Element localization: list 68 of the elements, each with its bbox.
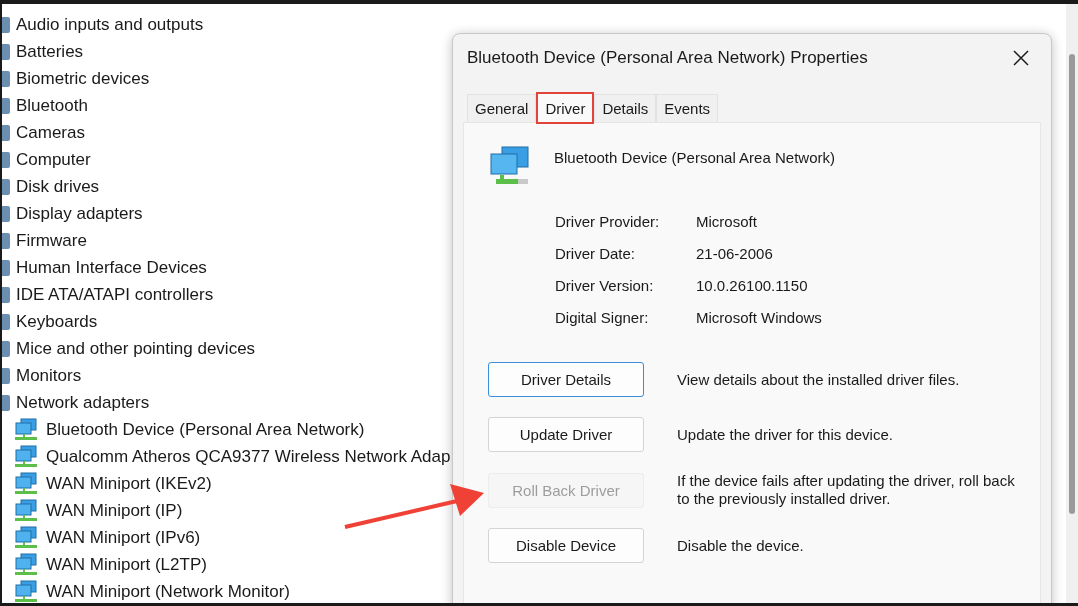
device-category-icon [2, 340, 10, 357]
tree-item[interactable]: WAN Miniport (IPv6) [46, 527, 201, 548]
network-adapter-icon [14, 579, 38, 603]
device-category-icon [2, 151, 10, 168]
action-description: View details about the installed driver files. [677, 370, 961, 389]
scrollbar[interactable] [1066, 4, 1078, 603]
property-value: 10.0.26100.1150 [696, 277, 809, 294]
device-category-icon [2, 43, 10, 60]
network-adapter-icon [14, 417, 38, 442]
device-category-icon [2, 124, 10, 141]
device-category-icon [2, 394, 10, 411]
property-value: 21-06-2006 [696, 245, 774, 262]
tree-item[interactable]: Mice and other pointing devices [16, 338, 256, 359]
tab[interactable]: Details [594, 94, 657, 122]
tree-item[interactable]: Network adapters [16, 392, 150, 413]
tree-item[interactable]: Audio inputs and outputs [16, 14, 204, 35]
network-adapter-icon [14, 525, 38, 550]
action-button[interactable]: Driver Details [488, 362, 644, 397]
action-description: If the device fails after updating the driver, roll back to the previously installed driver. [677, 472, 1016, 508]
action-button[interactable]: Disable Device [488, 528, 644, 563]
tree-item[interactable]: Display adapters [16, 203, 143, 224]
close-icon [1013, 50, 1029, 66]
tree-item[interactable]: Computer [16, 149, 91, 170]
network-adapter-icon [14, 498, 38, 523]
tree-item[interactable]: Monitors [16, 365, 82, 386]
device-category-icon [2, 70, 10, 87]
property-value: Microsoft [696, 213, 758, 230]
tab[interactable]: General [467, 94, 537, 122]
device-category-icon [2, 97, 10, 114]
tab[interactable]: Events [656, 94, 719, 122]
network-adapter-icon [488, 145, 532, 187]
action-button[interactable]: Update Driver [488, 417, 644, 452]
tree-item[interactable]: Batteries [16, 41, 84, 62]
device-category-icon [2, 259, 10, 276]
device-category-icon [2, 16, 10, 33]
tree-item[interactable]: Qualcomm Atheros QCA9377 Wireless Network Adap [46, 446, 451, 467]
tree-item[interactable]: Disk drives [16, 176, 100, 197]
property-value: Microsoft Windows [696, 309, 823, 326]
action-description: Update the driver for this device. [677, 425, 894, 444]
tree-item[interactable]: IDE ATA/ATAPI controllers [16, 284, 214, 305]
property-label: Digital Signer: [555, 309, 650, 326]
tree-item[interactable]: Cameras [16, 122, 85, 143]
network-adapter-icon [14, 552, 38, 577]
device-name: Bluetooth Device (Personal Area Network) [554, 149, 835, 166]
tree-item[interactable]: WAN Miniport (L2TP) [46, 554, 207, 575]
tree-item[interactable]: Keyboards [16, 311, 98, 332]
tab[interactable]: Driver [536, 92, 595, 124]
property-label: Driver Date: [555, 245, 637, 262]
dialog-title: Bluetooth Device (Personal Area Network) Properties [467, 48, 868, 68]
device-category-icon [2, 367, 10, 384]
tree-item[interactable]: Firmware [16, 230, 87, 251]
device-category-icon [2, 286, 10, 303]
device-category-icon [2, 232, 10, 249]
tree-item[interactable]: Bluetooth Device (Personal Area Network) [46, 419, 365, 440]
property-label: Driver Provider: [555, 213, 661, 230]
property-label: Driver Version: [555, 277, 655, 294]
tree-item[interactable]: Human Interface Devices [16, 257, 207, 278]
action-description: Disable the device. [677, 536, 805, 555]
tree-item[interactable]: Biometric devices [16, 68, 150, 89]
tree-item[interactable]: WAN Miniport (Network Monitor) [46, 581, 291, 602]
network-adapter-icon [14, 444, 38, 469]
device-category-icon [2, 178, 10, 195]
tree-item[interactable]: Bluetooth [16, 95, 88, 116]
tree-item[interactable]: WAN Miniport (IP) [46, 500, 183, 521]
device-category-icon [2, 205, 10, 222]
network-adapter-icon [14, 471, 38, 496]
tree-item[interactable]: WAN Miniport (IKEv2) [46, 473, 212, 494]
device-category-icon [2, 313, 10, 330]
